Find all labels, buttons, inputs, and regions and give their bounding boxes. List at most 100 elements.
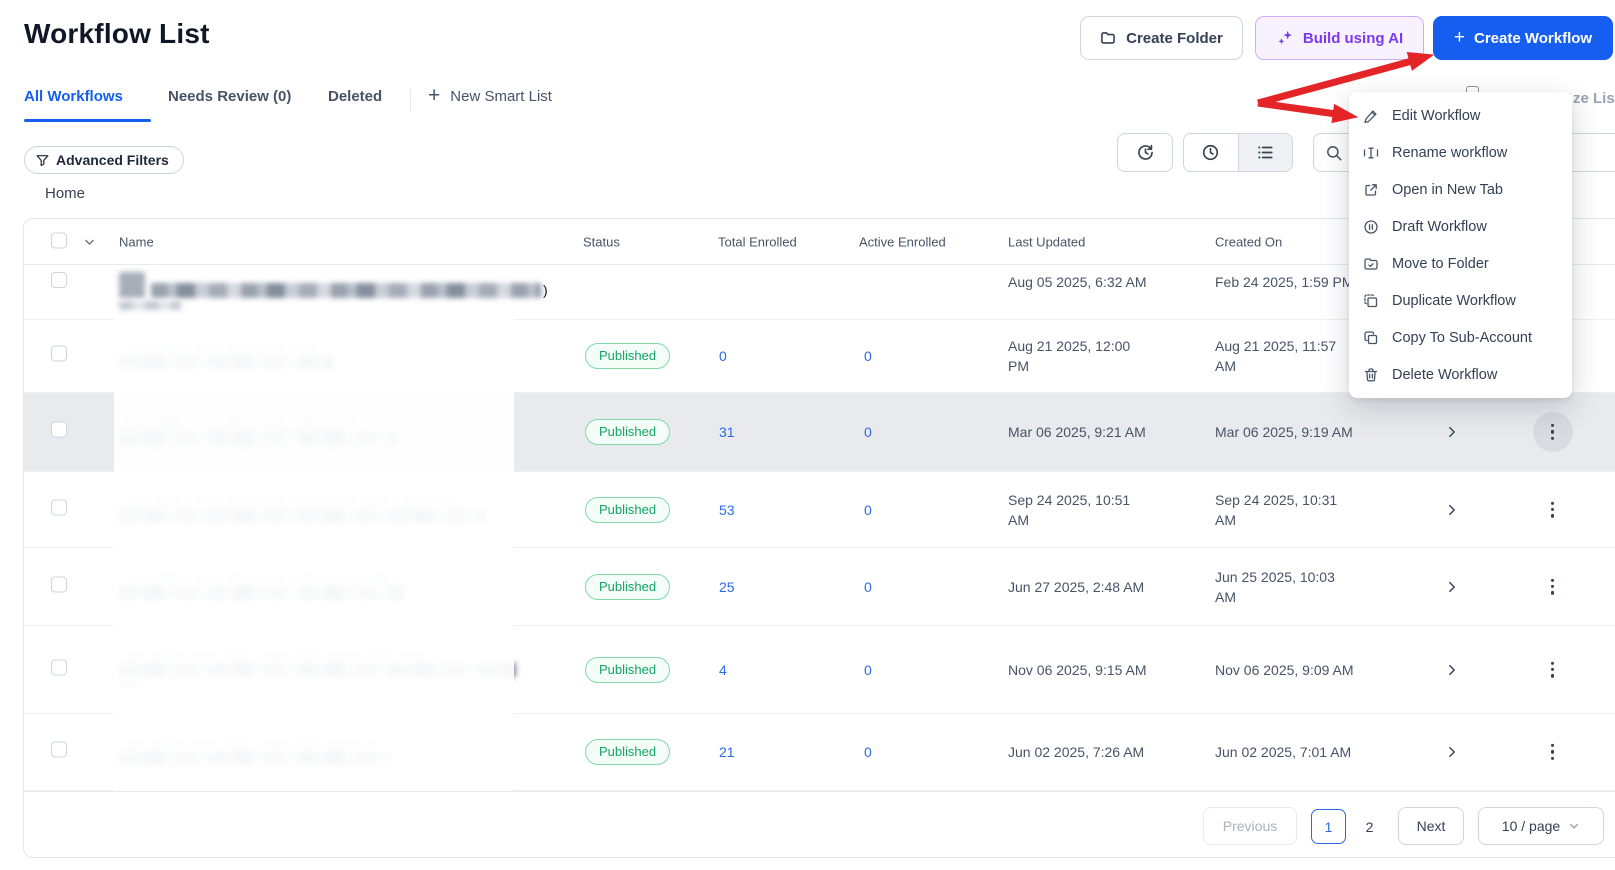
active-tab-underline [24,119,151,122]
total-enrolled-link[interactable]: 0 [719,348,727,364]
duplicate-icon [1363,293,1379,309]
build-using-ai-button[interactable]: Build using AI [1255,16,1424,60]
create-workflow-button[interactable]: + Create Workflow [1433,16,1613,60]
list-icon [1256,143,1275,162]
column-header-created-on[interactable]: Created On [1215,234,1282,249]
row-actions-button[interactable] [1551,578,1555,595]
expand-row-button[interactable] [1445,425,1459,439]
row-checkbox-cell[interactable] [51,345,67,367]
menu-item-delete-workflow[interactable]: Delete Workflow [1349,356,1572,393]
chevron-down-icon[interactable] [83,235,96,248]
row-checkbox[interactable] [51,499,67,515]
status-badge: Published [585,656,671,683]
last-updated-cell: Aug 21 2025, 12:00 PM [1008,338,1131,374]
tab-all-workflows[interactable]: All Workflows [24,88,123,105]
active-enrolled-link[interactable]: 0 [864,502,872,518]
menu-item-label: Edit Workflow [1392,107,1481,124]
row-checkbox-cell[interactable] [51,499,67,520]
new-smart-list-label: New Smart List [450,88,552,105]
menu-item-rename-workflow[interactable]: Rename workflow [1349,134,1572,171]
total-enrolled-cell[interactable]: 25 [719,577,735,597]
create-folder-button[interactable]: Create Folder [1080,16,1243,60]
status-badge: Published [585,739,671,765]
total-enrolled-link[interactable]: 53 [719,502,735,518]
active-enrolled-cell[interactable]: 0 [864,742,872,762]
status-cell: Published [585,496,671,523]
active-enrolled-link[interactable]: 0 [864,662,872,678]
active-enrolled-link[interactable]: 0 [864,744,872,760]
expand-row-button[interactable] [1445,580,1459,594]
previous-page-button[interactable]: Previous [1203,807,1297,845]
active-enrolled-link[interactable]: 0 [864,424,872,440]
total-enrolled-cell[interactable]: 21 [719,742,735,762]
time-view-toggle[interactable] [1184,134,1238,171]
page-size-select[interactable]: 10 / page [1478,807,1604,845]
select-all-checkbox[interactable] [51,232,67,248]
column-header-name[interactable]: Name [119,234,154,249]
advanced-filters-button[interactable]: Advanced Filters [24,146,184,174]
expand-row-button[interactable] [1445,663,1459,677]
column-header-total-enrolled[interactable]: Total Enrolled [718,234,797,249]
row-checkbox[interactable] [51,659,67,675]
tab-needs-review[interactable]: Needs Review (0) [168,88,291,105]
breadcrumb[interactable]: Home [45,185,85,202]
page-number-1[interactable]: 1 [1311,809,1346,844]
total-enrolled-cell[interactable]: 0 [719,346,727,366]
status-cell: Published [585,656,671,683]
column-header-last-updated[interactable]: Last Updated [1008,234,1085,249]
active-enrolled-cell[interactable]: 0 [864,577,872,597]
row-checkbox[interactable] [51,345,67,362]
active-enrolled-cell[interactable]: 0 [864,422,872,442]
row-checkbox[interactable] [51,741,67,758]
row-checkbox-cell[interactable] [51,421,67,443]
total-enrolled-link[interactable]: 4 [719,662,727,678]
new-smart-list-button[interactable]: + New Smart List [428,85,552,107]
tab-divider [410,89,411,112]
row-checkbox[interactable] [51,272,67,288]
list-view-toggle[interactable] [1237,134,1292,171]
row-checkbox-cell[interactable] [51,741,67,763]
menu-item-draft-workflow[interactable]: Draft Workflow [1349,208,1572,245]
clock-icon [1201,143,1220,162]
created-on-cell: Feb 24 2025, 1:59 PM [1215,274,1354,290]
created-on-cell: Sep 24 2025, 10:31 AM [1215,491,1338,528]
tab-deleted[interactable]: Deleted [328,88,382,105]
row-checkbox-cell[interactable] [51,272,67,293]
row-actions-button[interactable] [1551,423,1555,441]
workflow-name-redacted[interactable]: ) [119,272,548,310]
menu-item-copy-to-sub-account[interactable]: Copy To Sub-Account [1349,319,1572,356]
menu-item-open-in-new-tab[interactable]: Open in New Tab [1349,171,1572,208]
status-cell: Published [585,573,671,600]
row-checkbox-cell[interactable] [51,659,67,680]
row-actions-button[interactable] [1551,743,1555,761]
customize-list-partial-label[interactable]: ze List [1573,90,1615,107]
column-header-status[interactable]: Status [583,234,620,249]
next-page-button[interactable]: Next [1398,807,1464,845]
row-checkbox[interactable] [51,421,67,438]
menu-item-edit-workflow[interactable]: Edit Workflow [1349,97,1572,134]
active-enrolled-cell[interactable]: 0 [864,500,872,520]
menu-item-duplicate-workflow[interactable]: Duplicate Workflow [1349,282,1572,319]
row-checkbox[interactable] [51,576,67,592]
total-enrolled-cell[interactable]: 4 [719,660,727,680]
page-number-2[interactable]: 2 [1352,809,1387,844]
total-enrolled-cell[interactable]: 31 [719,422,735,442]
total-enrolled-link[interactable]: 31 [719,424,735,440]
menu-item-move-to-folder[interactable]: Move to Folder [1349,245,1572,282]
total-enrolled-link[interactable]: 21 [719,744,735,760]
expand-row-button[interactable] [1445,503,1459,517]
active-enrolled-link[interactable]: 0 [864,579,872,595]
row-checkbox-cell[interactable] [51,576,67,597]
row-actions-button[interactable] [1551,501,1555,518]
active-enrolled-cell[interactable]: 0 [864,346,872,366]
column-header-active-enrolled[interactable]: Active Enrolled [859,234,946,249]
created-on-cell: Jun 02 2025, 7:01 AM [1215,744,1352,760]
total-enrolled-cell[interactable]: 53 [719,500,735,520]
row-actions-button[interactable] [1551,661,1555,678]
active-enrolled-cell[interactable]: 0 [864,660,872,680]
total-enrolled-link[interactable]: 25 [719,579,735,595]
active-enrolled-link[interactable]: 0 [864,348,872,364]
enrollment-history-button[interactable] [1117,133,1173,172]
menu-item-label: Open in New Tab [1392,181,1503,198]
expand-row-button[interactable] [1445,745,1459,759]
